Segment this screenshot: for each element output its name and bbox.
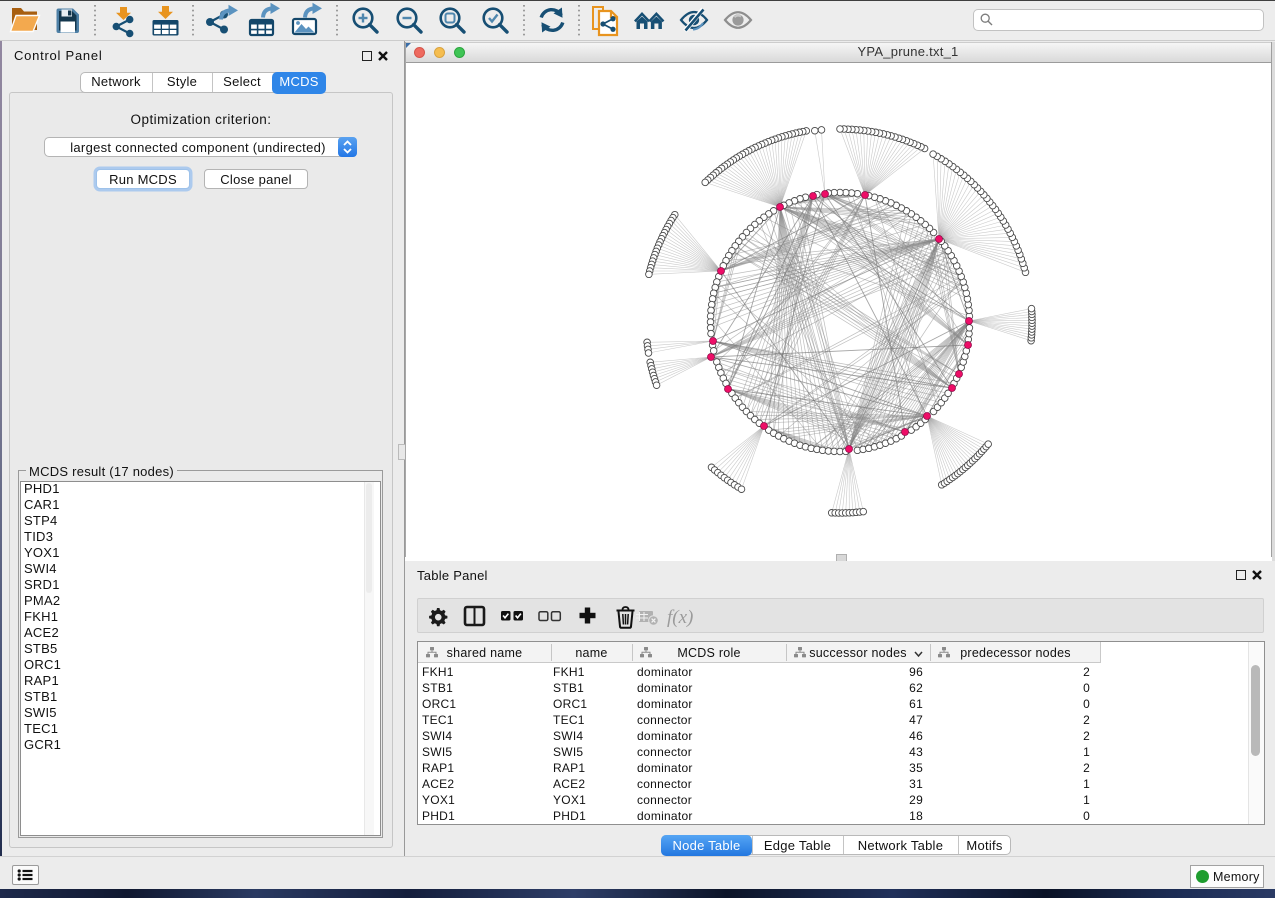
svg-text:f(x): f(x)	[667, 607, 693, 628]
